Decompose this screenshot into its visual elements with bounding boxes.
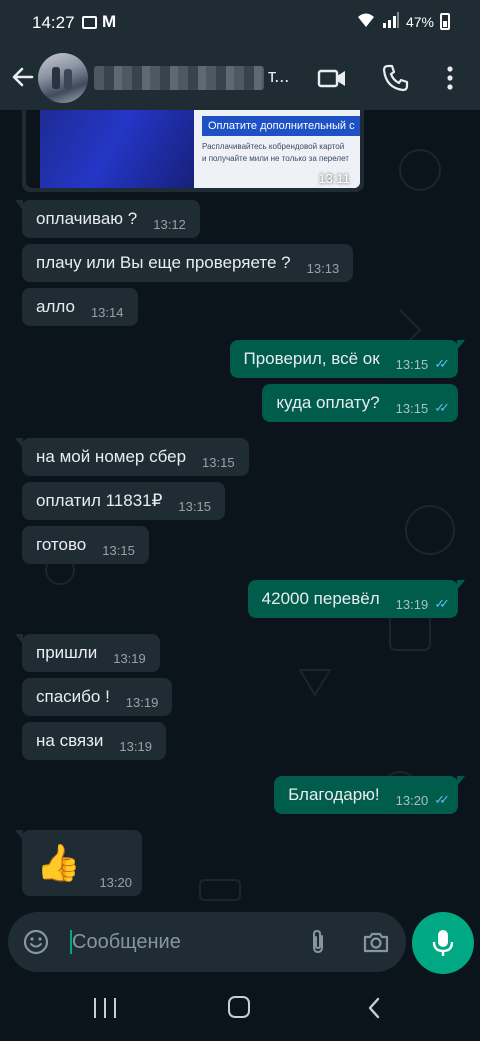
back-arrow-icon[interactable] <box>10 64 36 90</box>
message-time: 13:20 <box>395 792 429 808</box>
incoming-message[interactable]: спасибо ! 13:19 <box>22 678 173 716</box>
image-preview[interactable]: Оплатите дополнительный с Расплачивайтес… <box>26 110 360 188</box>
read-ticks-icon: ✓✓ <box>434 356 450 371</box>
incoming-message[interactable]: на связи 13:19 <box>22 722 166 760</box>
outgoing-message[interactable]: Проверил, всё ок 13:15 ✓✓ <box>229 340 465 378</box>
gmail-notification-icon: M <box>102 12 117 31</box>
outgoing-message[interactable]: 42000 перевёл 13:19 ✓✓ <box>247 580 466 618</box>
wifi-icon <box>356 12 376 31</box>
message-text: спасибо ! <box>36 687 110 706</box>
contact-name[interactable]: т... <box>268 66 289 87</box>
emoji-icon[interactable] <box>22 928 50 956</box>
message-time: 13:11 <box>318 171 350 186</box>
chat-area[interactable]: Оплатите дополнительный с Расплачивайтес… <box>0 110 480 908</box>
mic-icon <box>432 930 454 956</box>
incoming-message[interactable]: оплатил 11831₽ 13:15 <box>22 482 225 520</box>
contact-avatar[interactable] <box>38 53 88 103</box>
message-placeholder[interactable]: Сообщение <box>72 931 181 954</box>
message-time: 13:15 <box>178 498 211 514</box>
message-text: оплачиваю ? <box>36 209 138 228</box>
message-text: оплатил 11831₽ <box>36 491 163 510</box>
status-bar: 14:27 M 47% <box>0 0 480 46</box>
status-time: 14:27 <box>32 13 75 32</box>
mic-button[interactable] <box>412 912 474 974</box>
message-text: 42000 перевёл <box>261 589 380 608</box>
recent-apps-button[interactable] <box>94 998 116 1018</box>
incoming-message[interactable]: пришли 13:19 <box>15 634 160 672</box>
incoming-emoji-message[interactable]: 👍 13:20 <box>15 830 142 896</box>
outgoing-message[interactable]: куда оплату? 13:15 ✓✓ <box>262 384 458 422</box>
message-time: 13:15 <box>202 454 235 470</box>
more-options-icon[interactable] <box>434 62 466 94</box>
message-input[interactable]: Сообщение <box>8 912 406 972</box>
message-time: 13:19 <box>395 596 429 612</box>
message-time: 13:19 <box>119 738 152 754</box>
gallery-notification-icon <box>82 16 97 29</box>
read-ticks-icon: ✓✓ <box>434 596 450 611</box>
message-text: плачу или Вы еще проверяете ? <box>36 253 291 272</box>
message-time: 13:13 <box>306 260 340 276</box>
message-text: пришли <box>36 643 98 662</box>
message-text: на мой номер сбер <box>36 447 187 466</box>
camera-icon[interactable] <box>362 928 390 956</box>
message-time: 13:19 <box>113 650 146 666</box>
image-line-2: и получайте мили не только за перелет <box>202 154 349 163</box>
incoming-message[interactable]: плачу или Вы еще проверяете ? 13:13 <box>22 244 354 282</box>
home-button[interactable] <box>228 996 250 1018</box>
incoming-message[interactable]: оплачиваю ? 13:12 <box>15 200 200 238</box>
battery-percent: 47% <box>405 13 434 30</box>
attach-icon[interactable] <box>304 928 332 956</box>
system-back-button[interactable] <box>366 996 382 1020</box>
incoming-message[interactable]: на мой номер сбер 13:15 <box>15 438 249 476</box>
message-text: Проверил, всё ок <box>243 349 380 368</box>
thumbs-up-icon: 👍 <box>36 842 81 883</box>
video-call-icon[interactable] <box>316 62 348 94</box>
message-text: готово <box>36 535 87 554</box>
message-time: 13:15 <box>102 542 135 558</box>
message-time: 13:15 <box>395 356 429 372</box>
image-banner-text: Оплатите дополнительный с <box>202 116 360 136</box>
image-line-1: Расплачивайтесь кобрендовой картой <box>202 142 345 151</box>
message-time: 13:14 <box>90 304 124 320</box>
image-blue-area <box>26 110 194 188</box>
message-time: 13:15 <box>395 400 429 416</box>
read-ticks-icon: ✓✓ <box>434 792 450 807</box>
battery-icon <box>440 13 450 30</box>
message-text: куда оплату? <box>276 393 380 412</box>
incoming-message[interactable]: алло 13:14 <box>22 288 138 326</box>
message-time: 13:20 <box>99 875 132 890</box>
read-ticks-icon: ✓✓ <box>434 400 450 415</box>
chat-header: т... <box>0 46 480 110</box>
voice-call-icon[interactable] <box>380 62 412 94</box>
message-text: на связи <box>36 731 104 750</box>
composer: Сообщение <box>0 908 480 976</box>
message-time: 13:19 <box>125 694 159 710</box>
signal-icon <box>382 12 400 31</box>
outgoing-message[interactable]: Благодарю! 13:20 ✓✓ <box>274 776 465 814</box>
message-text: алло <box>36 297 75 316</box>
status-icons: 47% <box>356 12 450 31</box>
message-text: Благодарю! <box>288 785 380 804</box>
contact-name-redacted[interactable] <box>94 66 264 90</box>
system-nav-bar <box>0 976 480 1041</box>
message-time: 13:12 <box>153 216 186 232</box>
image-message[interactable]: Оплатите дополнительный с Расплачивайтес… <box>22 110 364 192</box>
incoming-message[interactable]: готово 13:15 <box>22 526 149 564</box>
